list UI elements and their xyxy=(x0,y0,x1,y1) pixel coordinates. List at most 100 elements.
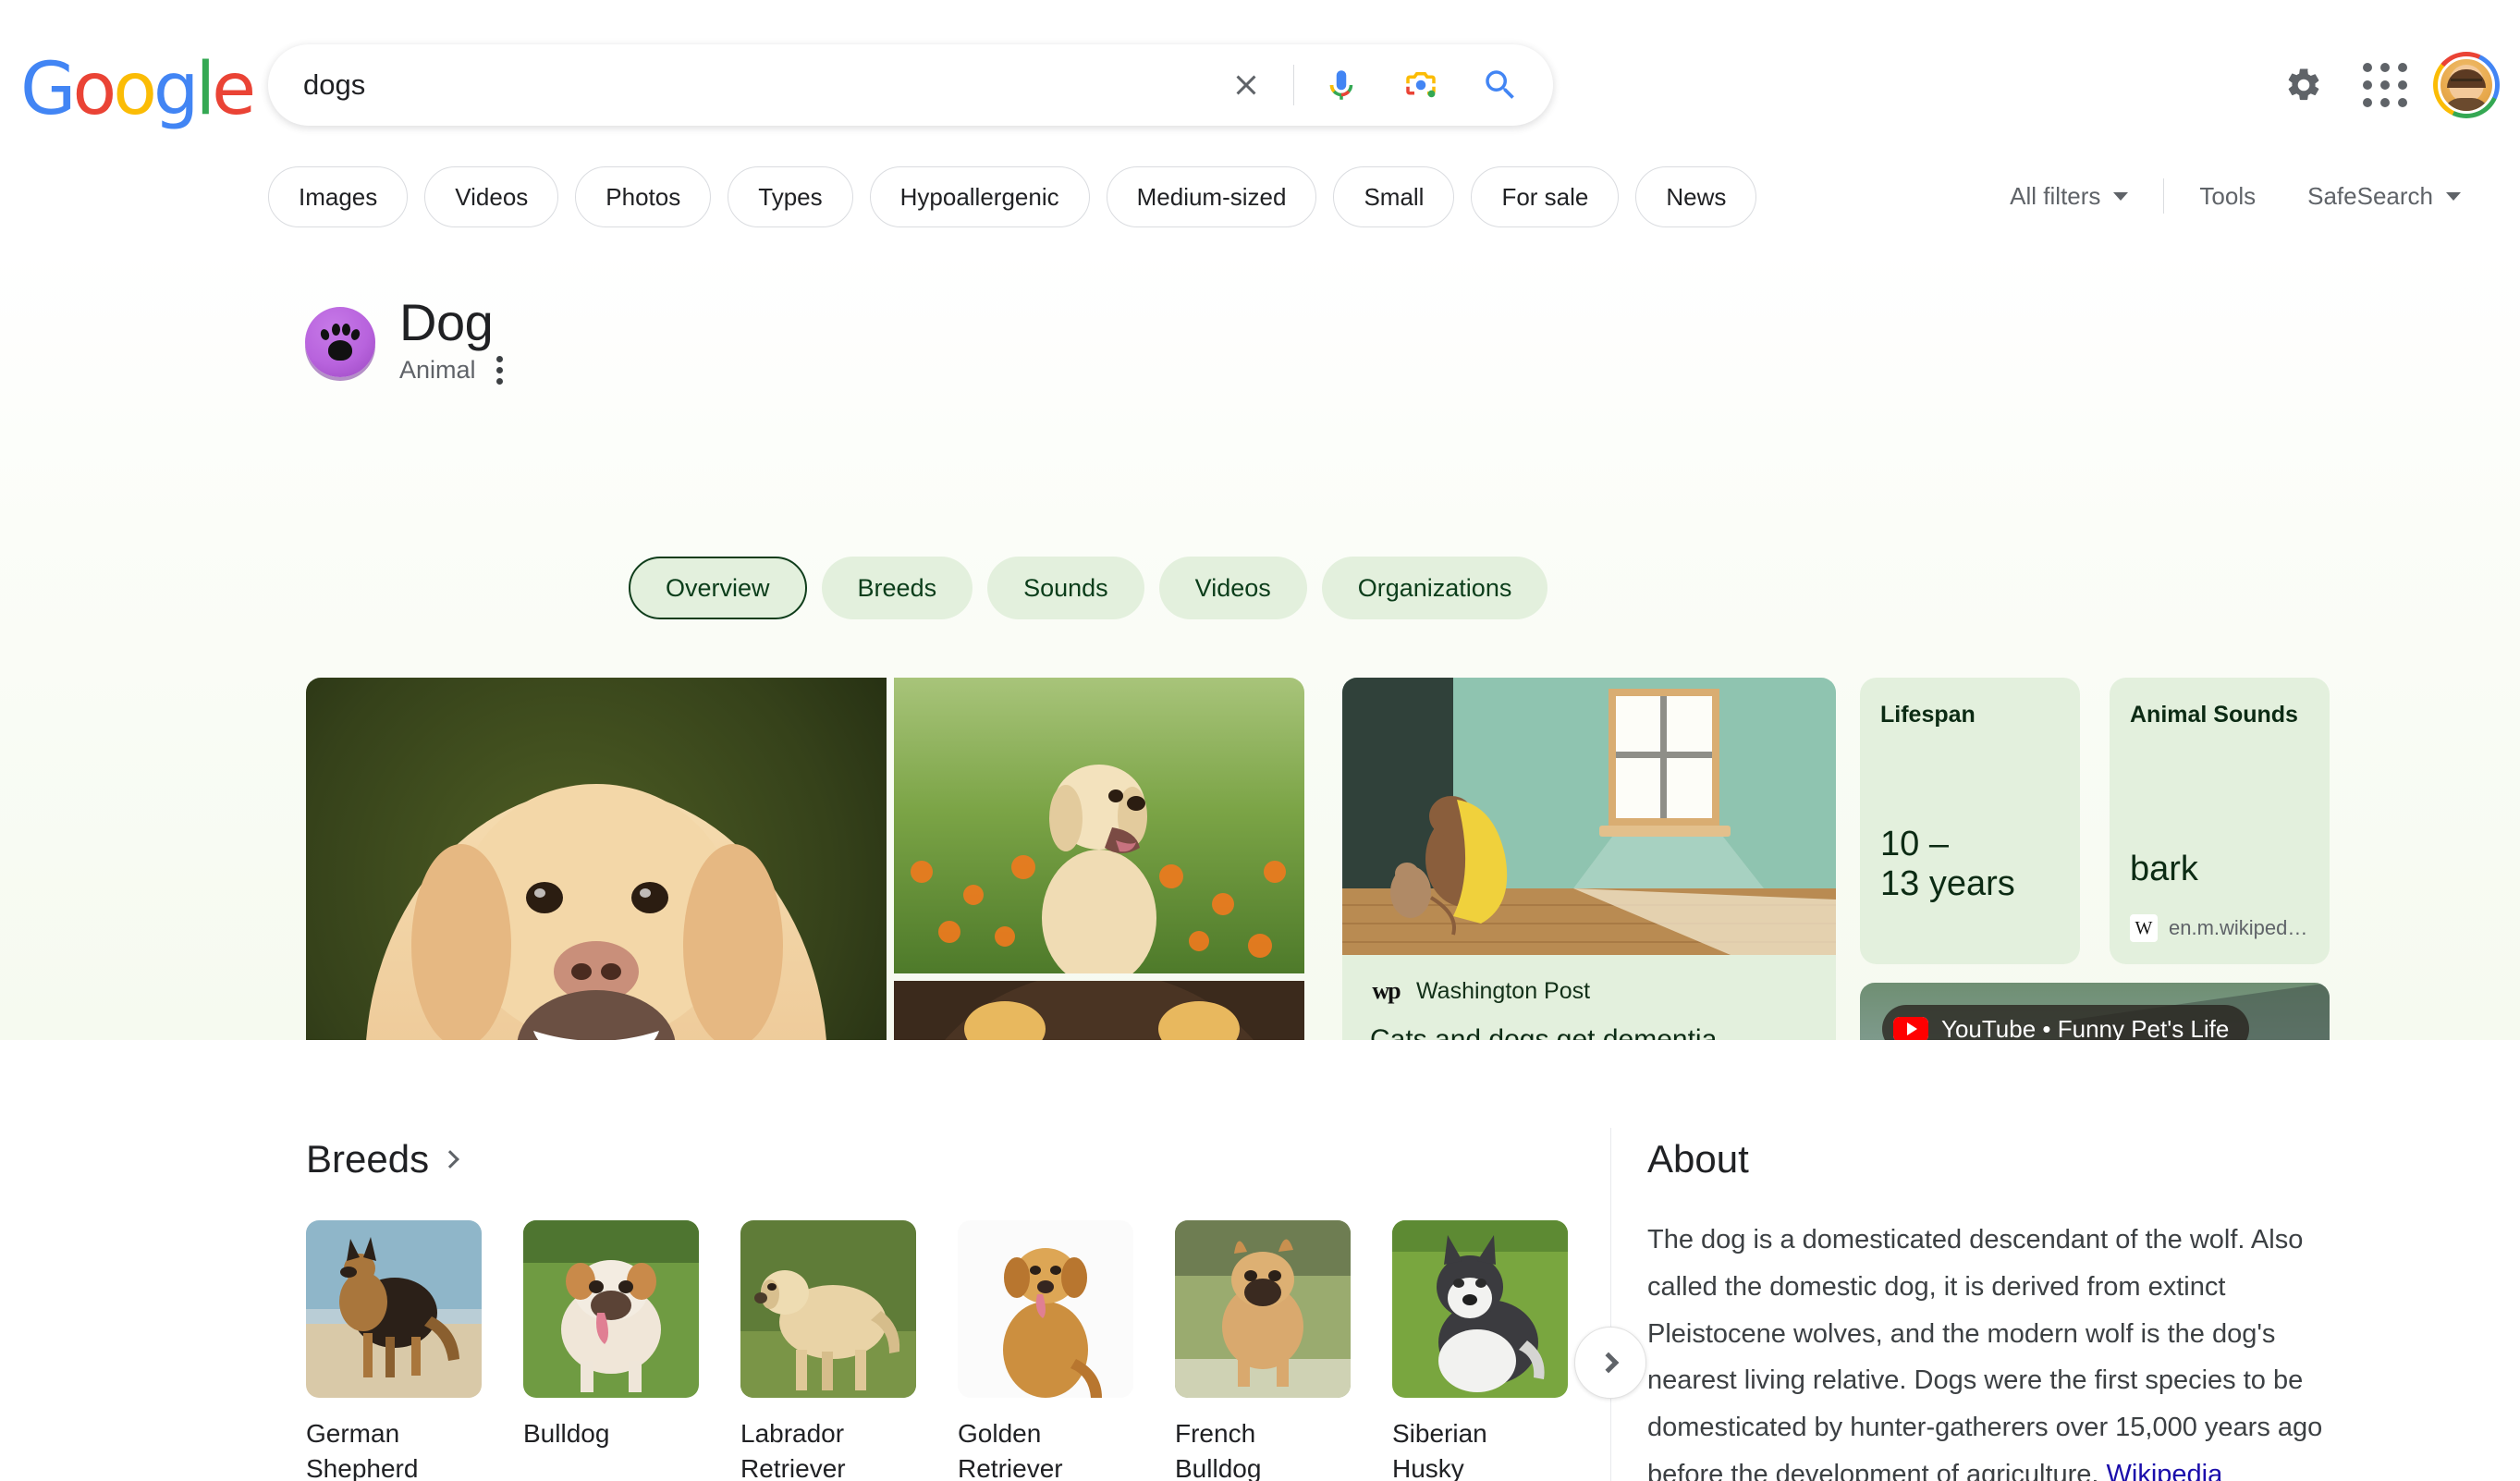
wikipedia-icon: W xyxy=(2130,914,2158,942)
knowledge-panel: Dog Animal Overview Breeds Sounds Videos… xyxy=(0,250,2520,1260)
lower-results-section: Breeds German Shepherd Bulldog Labrador … xyxy=(0,1040,2520,1481)
tab-overview[interactable]: Overview xyxy=(629,557,807,619)
tools-button[interactable]: Tools xyxy=(2173,168,2281,224)
filter-chip-medium-sized[interactable]: Medium-sized xyxy=(1106,166,1317,227)
kebab-menu-icon[interactable] xyxy=(493,352,507,388)
breed-image xyxy=(740,1220,916,1398)
tab-sounds[interactable]: Sounds xyxy=(987,557,1144,619)
search-divider xyxy=(1293,65,1294,105)
video-platform-label: YouTube • Funny Pet's Life xyxy=(1941,1014,2230,1043)
filter-chip-images[interactable]: Images xyxy=(268,166,409,227)
breed-image xyxy=(1392,1220,1568,1398)
filter-chip-for-sale[interactable]: For sale xyxy=(1471,166,1620,227)
breed-name: Siberian Husky xyxy=(1392,1419,1487,1481)
knowledge-panel-tabs: Overview Breeds Sounds Videos Organizati… xyxy=(629,557,1548,619)
tab-organizations[interactable]: Organizations xyxy=(1321,557,1548,619)
google-logo[interactable]: Google xyxy=(20,54,256,126)
about-body: The dog is a domesticated descendant of … xyxy=(1647,1217,2331,1481)
breed-image xyxy=(306,1220,482,1398)
filter-chip-row: Images Videos Photos Types Hypoallergeni… xyxy=(268,166,1757,227)
logo-letter-o1: o xyxy=(72,48,116,131)
wikipedia-link[interactable]: Wikipedia xyxy=(2107,1460,2223,1481)
search-tools-group: All filters Tools SafeSearch xyxy=(1984,168,2487,224)
paw-print-icon xyxy=(305,306,375,377)
logo-letter-l: l xyxy=(195,48,215,131)
fact-card-animal-sounds[interactable]: Animal Sounds bark W en.m.wikiped… xyxy=(2110,678,2330,964)
avatar xyxy=(2433,52,2500,118)
breeds-title: Breeds xyxy=(306,1137,430,1181)
settings-button[interactable] xyxy=(2267,48,2341,122)
fact-source[interactable]: W en.m.wikiped… xyxy=(2130,914,2307,942)
search-input[interactable] xyxy=(268,68,1206,102)
logo-letter-g2: g xyxy=(153,48,199,131)
breeds-section-header[interactable]: Breeds xyxy=(306,1137,1600,1181)
filter-chip-hypoallergenic[interactable]: Hypoallergenic xyxy=(869,166,1090,227)
breed-card-siberian-husky[interactable]: Siberian Husky xyxy=(1392,1220,1568,1481)
filter-chip-news[interactable]: News xyxy=(1635,166,1757,227)
entity-type-label: Animal xyxy=(399,355,476,384)
page-header: Google dogs Images Videos Photos Types H… xyxy=(0,0,2520,250)
logo-letter-g1: G xyxy=(20,48,76,131)
fact-value: 10 – 13 years xyxy=(1880,824,2015,904)
logo-letter-e: e xyxy=(212,48,256,131)
all-filters-button[interactable]: All filters xyxy=(1984,168,2154,224)
breed-name: Labrador Retriever xyxy=(740,1419,846,1481)
breed-name: German Shepherd xyxy=(306,1419,419,1481)
search-submit-button[interactable] xyxy=(1461,44,1540,126)
safesearch-button[interactable]: SafeSearch xyxy=(2281,168,2487,224)
youtube-icon xyxy=(1893,1016,1928,1042)
breed-name: Bulldog xyxy=(523,1419,610,1448)
tab-breeds[interactable]: Breeds xyxy=(821,557,973,619)
breed-card-bulldog[interactable]: Bulldog xyxy=(523,1220,699,1481)
breed-card-golden-retriever[interactable]: Golden Retriever xyxy=(958,1220,1133,1481)
fact-label: Lifespan xyxy=(1880,702,1976,728)
all-filters-label: All filters xyxy=(2010,181,2101,210)
clear-search-button[interactable] xyxy=(1206,44,1286,126)
news-source: wp Washington Post xyxy=(1370,977,1808,1005)
breeds-section: Breeds German Shepherd Bulldog Labrador … xyxy=(306,1137,1646,1481)
news-source-name: Washington Post xyxy=(1416,977,1591,1004)
breed-image xyxy=(958,1220,1133,1398)
breed-name: French Bulldog xyxy=(1175,1419,1262,1481)
filter-chip-videos[interactable]: Videos xyxy=(424,166,559,227)
logo-letter-o2: o xyxy=(113,48,157,131)
filter-chip-types[interactable]: Types xyxy=(728,166,853,227)
safesearch-label: SafeSearch xyxy=(2307,181,2433,210)
google-apps-button[interactable] xyxy=(2348,48,2422,122)
apps-grid-icon xyxy=(2363,63,2407,107)
breed-card-french-bulldog[interactable]: French Bulldog xyxy=(1175,1220,1351,1481)
breeds-carousel: German Shepherd Bulldog Labrador Retriev… xyxy=(306,1220,1646,1481)
washington-post-logo-icon: wp xyxy=(1372,977,1401,1004)
fact-source-label: en.m.wikiped… xyxy=(2169,916,2308,939)
gear-icon xyxy=(2288,68,2319,101)
lens-search-button[interactable] xyxy=(1381,44,1461,126)
page-title: Dog xyxy=(399,293,494,351)
news-card-image xyxy=(1342,678,1836,955)
tools-divider xyxy=(2163,178,2165,214)
section-divider xyxy=(1610,1128,1611,1481)
chevron-right-icon xyxy=(1597,1352,1619,1374)
search-bar[interactable] xyxy=(268,44,1553,126)
account-button[interactable] xyxy=(2429,48,2503,122)
tab-videos[interactable]: Videos xyxy=(1158,557,1307,619)
breed-image xyxy=(523,1220,699,1398)
header-icon-group xyxy=(2267,48,2503,122)
chevron-down-icon xyxy=(2113,191,2129,201)
about-description: The dog is a domesticated descendant of … xyxy=(1647,1225,2323,1481)
breed-card-labrador-retriever[interactable]: Labrador Retriever xyxy=(740,1220,916,1481)
fact-label: Animal Sounds xyxy=(2130,702,2298,728)
fact-card-lifespan[interactable]: Lifespan 10 – 13 years xyxy=(1860,678,2080,964)
filter-chip-small[interactable]: Small xyxy=(1333,166,1455,227)
chevron-down-icon xyxy=(2446,191,2461,201)
breed-card-german-shepherd[interactable]: German Shepherd xyxy=(306,1220,482,1481)
breed-name: Golden Retriever xyxy=(958,1419,1063,1481)
breeds-next-button[interactable] xyxy=(1574,1327,1646,1399)
chevron-right-icon xyxy=(441,1150,459,1169)
filter-chip-photos[interactable]: Photos xyxy=(575,166,712,227)
gallery-image-top-right[interactable] xyxy=(894,678,1304,973)
about-title: About xyxy=(1647,1137,1749,1181)
knowledge-panel-header: Dog Animal xyxy=(305,293,507,388)
tools-label: Tools xyxy=(2199,181,2257,210)
voice-search-button[interactable] xyxy=(1302,44,1381,126)
breed-image xyxy=(1175,1220,1351,1398)
